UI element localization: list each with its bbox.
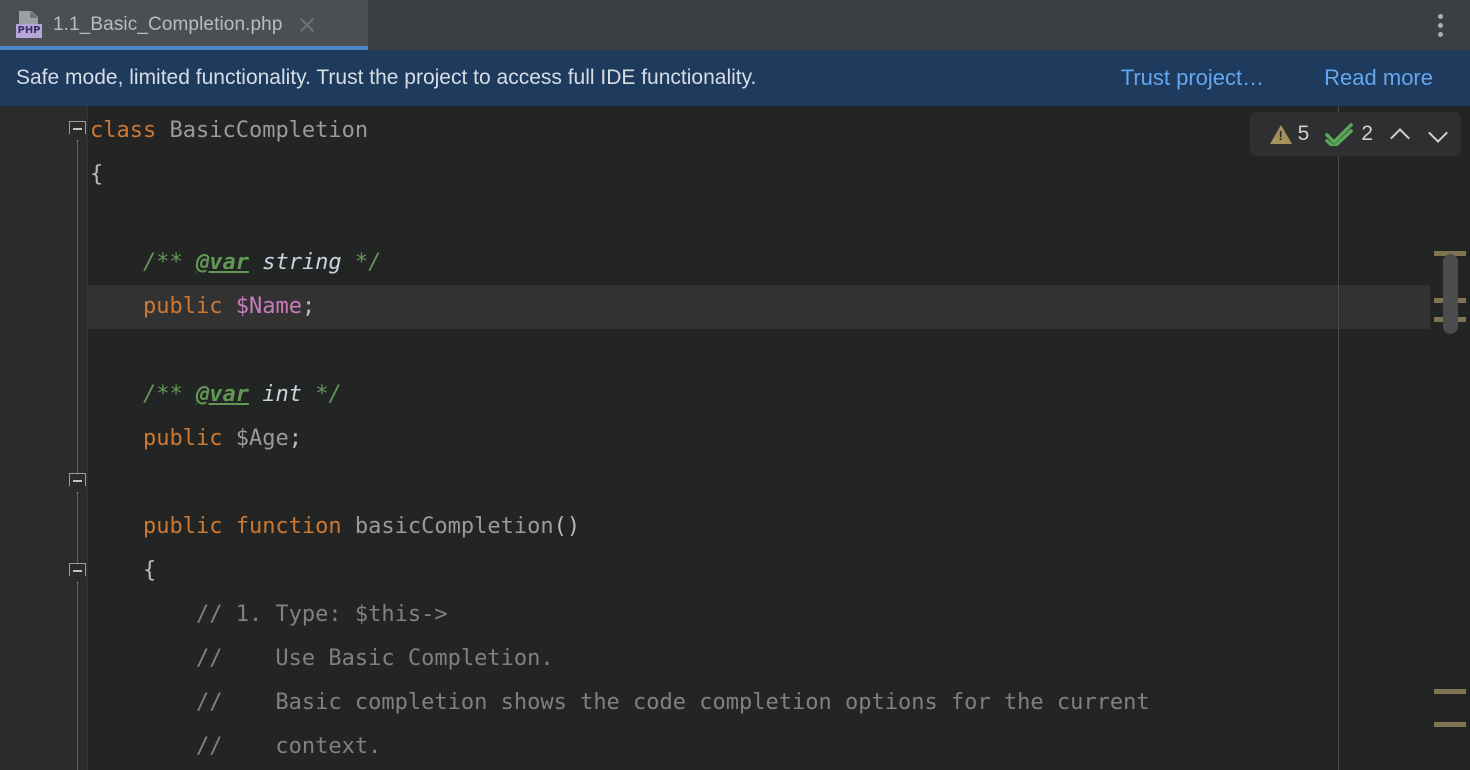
code-text-area[interactable]: class BasicCompletion { /** @var string *… bbox=[90, 106, 1470, 770]
code-line: class BasicCompletion bbox=[90, 109, 368, 153]
code-token: public bbox=[142, 426, 223, 451]
code-token: /** bbox=[90, 382, 196, 407]
warning-triangle-icon bbox=[1269, 124, 1292, 144]
ok-indicator[interactable]: 2 bbox=[1319, 122, 1379, 150]
trust-project-banner: Safe mode, limited functionality. Trust … bbox=[0, 50, 1470, 106]
editor-tab-bar: PHP 1.1_Basic_Completion.php bbox=[0, 0, 1470, 50]
fold-marker-comment-block[interactable] bbox=[69, 563, 86, 583]
php-file-icon: PHP bbox=[16, 11, 42, 39]
stripe-mark-5[interactable] bbox=[1434, 722, 1466, 727]
code-token: public function bbox=[142, 514, 342, 539]
trust-project-link[interactable]: Trust project… bbox=[1121, 65, 1264, 91]
fold-marker-method[interactable] bbox=[69, 473, 86, 493]
code-line: // Basic completion shows the code compl… bbox=[90, 681, 1150, 725]
more-vertical-icon[interactable] bbox=[1426, 11, 1454, 39]
code-token: int bbox=[262, 382, 302, 407]
scrollbar-thumb[interactable] bbox=[1443, 254, 1458, 334]
inspection-widget[interactable]: 5 2 bbox=[1249, 112, 1461, 156]
editor-scrollbar[interactable] bbox=[1430, 106, 1470, 770]
code-line: // 1. Type: $this-> bbox=[90, 593, 448, 637]
code-token: // context. bbox=[90, 734, 382, 759]
code-token: $Age bbox=[235, 426, 289, 451]
read-more-link[interactable]: Read more bbox=[1324, 65, 1433, 91]
editor-tab-active[interactable]: PHP 1.1_Basic_Completion.php bbox=[0, 0, 368, 50]
code-token: ; bbox=[288, 426, 302, 451]
code-folding-line bbox=[77, 124, 78, 770]
php-badge-label: PHP bbox=[16, 24, 42, 38]
warning-count: 5 bbox=[1297, 122, 1310, 145]
code-line: { bbox=[90, 549, 156, 593]
editor-gutter[interactable] bbox=[0, 106, 88, 770]
close-icon[interactable] bbox=[296, 14, 318, 36]
code-line: // Use Basic Completion. bbox=[90, 637, 554, 681]
editor-tab-filename: 1.1_Basic_Completion.php bbox=[53, 14, 283, 35]
chevron-down-icon[interactable] bbox=[1421, 117, 1455, 151]
ide-window: PHP 1.1_Basic_Completion.php Safe mode, … bbox=[0, 0, 1470, 770]
code-token: // 1. Type: $this-> bbox=[90, 602, 448, 627]
code-token: class bbox=[90, 118, 157, 143]
fold-marker-class[interactable] bbox=[69, 121, 86, 141]
code-token: $Name bbox=[235, 294, 302, 319]
stripe-mark-4[interactable] bbox=[1434, 689, 1466, 694]
code-line: public $Name; bbox=[90, 285, 315, 329]
code-token: */ bbox=[301, 382, 342, 407]
code-line: public function basicCompletion() bbox=[90, 505, 580, 549]
code-token: { bbox=[90, 162, 104, 187]
ok-count: 2 bbox=[1361, 122, 1373, 145]
code-line: public $Age; bbox=[90, 417, 302, 461]
code-token: BasicCompletion bbox=[169, 118, 369, 143]
double-check-icon bbox=[1324, 122, 1355, 150]
code-token: basicCompletion bbox=[354, 514, 554, 539]
code-editor[interactable]: class BasicCompletion { /** @var string *… bbox=[0, 106, 1470, 770]
code-token: () bbox=[553, 514, 581, 539]
code-token: string bbox=[262, 250, 342, 275]
code-token: @var bbox=[195, 250, 249, 275]
warning-indicator[interactable]: 5 bbox=[1264, 122, 1316, 146]
code-line: { bbox=[90, 153, 103, 197]
code-token: */ bbox=[341, 250, 382, 275]
code-token: { bbox=[90, 558, 157, 583]
code-token: @var bbox=[195, 382, 249, 407]
code-line: /** @var string */ bbox=[90, 241, 381, 285]
code-token: // Use Basic Completion. bbox=[90, 646, 554, 671]
code-token: // Basic completion shows the code compl… bbox=[90, 690, 1150, 715]
code-token: public bbox=[142, 294, 223, 319]
code-line: /** @var int */ bbox=[90, 373, 342, 417]
code-token: /** bbox=[90, 250, 196, 275]
banner-message: Safe mode, limited functionality. Trust … bbox=[16, 66, 757, 89]
chevron-up-icon[interactable] bbox=[1383, 117, 1417, 151]
code-line: // context. bbox=[90, 725, 381, 769]
gutter-separator bbox=[87, 106, 88, 770]
code-token: ; bbox=[301, 294, 316, 319]
